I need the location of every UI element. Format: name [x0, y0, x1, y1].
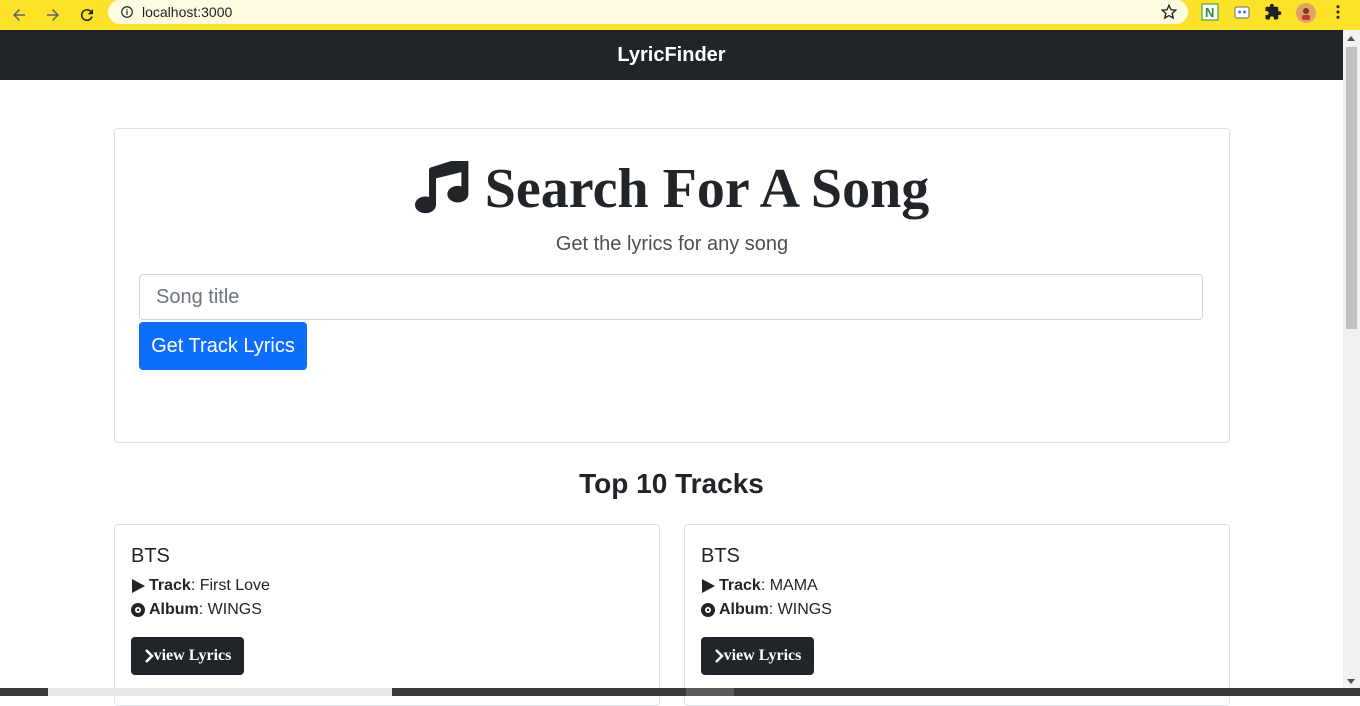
star-icon[interactable]	[1160, 3, 1178, 21]
track-line: Track: MAMA	[701, 577, 818, 595]
browser-toolbar: localhost:3000 N	[0, 0, 1360, 30]
navbar-brand[interactable]: LyricFinder	[617, 44, 725, 67]
album-name: WINGS	[777, 601, 832, 618]
artist-name: BTS	[701, 545, 740, 567]
address-bar[interactable]: localhost:3000	[108, 0, 1188, 24]
album-line: Album: WINGS	[701, 601, 832, 619]
reload-button[interactable]	[72, 3, 102, 27]
chevron-right-icon	[144, 649, 154, 663]
view-lyrics-button[interactable]: view Lyrics	[131, 637, 244, 675]
play-icon	[702, 579, 715, 593]
app-navbar: LyricFinder	[0, 30, 1343, 80]
scrollbar-thumb[interactable]	[1346, 47, 1357, 329]
search-title: Search For A Song	[484, 158, 930, 220]
search-subtitle: Get the lyrics for any song	[555, 233, 789, 255]
back-arrow-icon	[13, 9, 25, 21]
track-label: Track	[149, 577, 191, 594]
menu-dots-icon[interactable]	[1329, 3, 1347, 21]
forward-button[interactable]	[38, 3, 68, 27]
top-tracks-title: Top 10 Tracks	[579, 468, 764, 499]
scroll-down-arrow-icon[interactable]	[1347, 679, 1355, 684]
info-icon[interactable]	[120, 5, 134, 19]
back-button[interactable]	[4, 3, 34, 27]
track-name: MAMA	[769, 577, 818, 594]
artist-name: BTS	[131, 545, 170, 567]
play-icon	[132, 579, 145, 593]
chevron-right-icon	[714, 649, 724, 663]
extension-n-icon[interactable]: N	[1201, 3, 1219, 21]
extension-icon[interactable]	[1264, 3, 1282, 21]
track-card: BTS Track: MAMA Album: WINGS view Lyrics	[684, 524, 1230, 706]
track-card: BTS Track: First Love Album: WINGS view …	[114, 524, 660, 706]
os-taskbar	[0, 688, 1360, 696]
track-label: Track	[719, 577, 761, 594]
reload-icon	[80, 9, 93, 22]
url-text: localhost:3000	[142, 4, 233, 20]
extension-robot-icon[interactable]	[1233, 3, 1251, 21]
search-card: Search For A Song Get the lyrics for any…	[114, 128, 1230, 443]
album-disc-icon	[131, 603, 145, 617]
profile-avatar[interactable]	[1296, 3, 1316, 23]
taskbar-search-box[interactable]	[48, 688, 392, 696]
view-lyrics-button[interactable]: view Lyrics	[701, 637, 814, 675]
music-note-icon	[414, 161, 469, 214]
track-line: Track: First Love	[131, 577, 270, 595]
album-label: Album	[719, 601, 769, 618]
track-name: First Love	[199, 577, 270, 594]
album-name: WINGS	[207, 601, 262, 618]
search-heading: Search For A Song	[115, 157, 1229, 221]
taskbar-active-app[interactable]	[686, 688, 734, 696]
get-track-lyrics-button[interactable]: Get Track Lyrics	[139, 322, 307, 370]
album-disc-icon	[701, 603, 715, 617]
svg-text:N: N	[1205, 5, 1214, 20]
album-line: Album: WINGS	[131, 601, 262, 619]
song-title-input[interactable]	[139, 274, 1203, 320]
page-scrollbar[interactable]	[1343, 30, 1360, 688]
scroll-up-arrow-icon[interactable]	[1347, 36, 1355, 41]
album-label: Album	[149, 601, 199, 618]
view-lyrics-label: view Lyrics	[153, 647, 232, 664]
forward-arrow-icon	[47, 9, 59, 21]
view-lyrics-label: view Lyrics	[723, 647, 802, 664]
